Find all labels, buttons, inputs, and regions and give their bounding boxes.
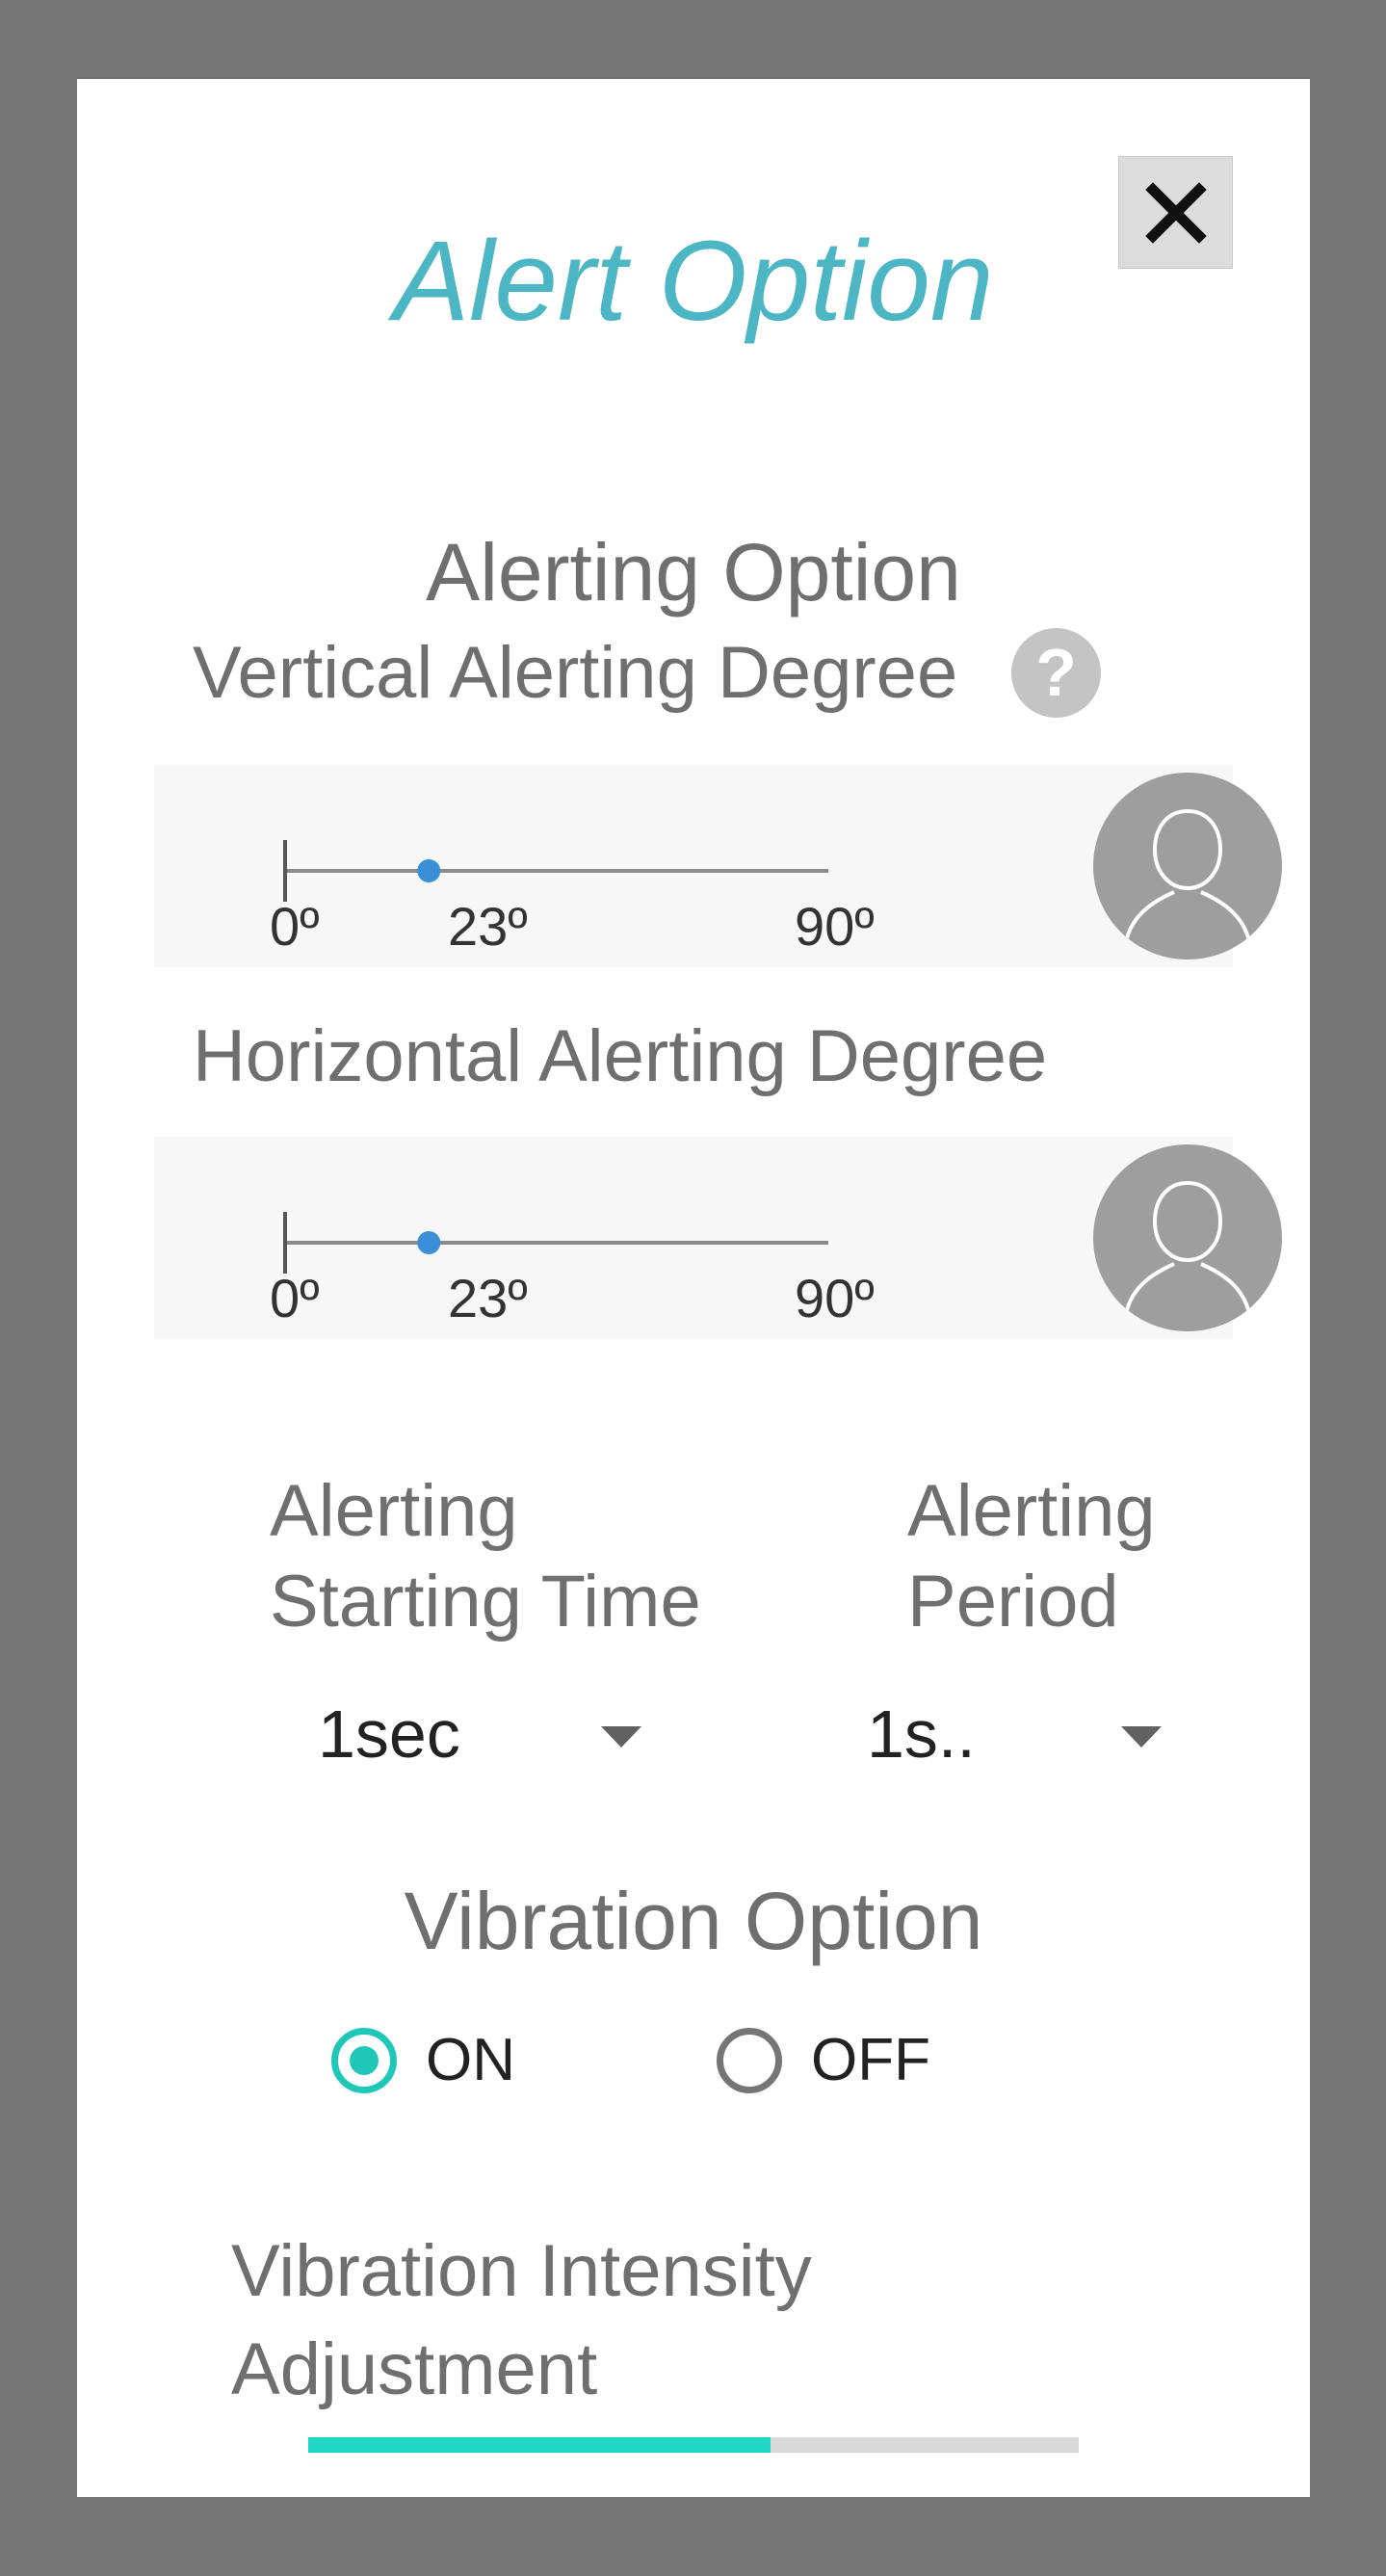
- radio-checked-icon: [331, 2028, 397, 2093]
- period-value: 1s..: [867, 1696, 976, 1772]
- question-icon[interactable]: ?: [1011, 628, 1101, 718]
- chevron-down-icon: [601, 1726, 641, 1748]
- alerting-starting-time-label: Alerting Starting Time: [270, 1470, 701, 1643]
- vertical-degree-slider[interactable]: 0º 23º 90º: [154, 765, 1282, 967]
- vertical-slider-thumb[interactable]: [417, 859, 441, 882]
- horizontal-max-label: 90º: [795, 1268, 875, 1328]
- vibration-off-label: OFF: [811, 2027, 930, 2093]
- starting-time-dropdown[interactable]: 1sec: [308, 1688, 732, 1784]
- vibration-intensity-slider[interactable]: [308, 2437, 1079, 2453]
- vibration-on-label: ON: [426, 2027, 515, 2093]
- vertical-current-label: 23º: [448, 896, 528, 957]
- horizontal-current-label: 23º: [448, 1268, 528, 1328]
- vertical-min-label: 0º: [270, 896, 320, 957]
- person-avatar-icon: [1093, 773, 1282, 959]
- horizontal-degree-slider[interactable]: 0º 23º 90º: [154, 1137, 1282, 1339]
- vibration-intensity-fill: [308, 2437, 771, 2453]
- person-avatar-icon: [1093, 1144, 1282, 1331]
- vibration-option-heading: Vibration Option: [404, 1876, 983, 1966]
- chevron-down-icon: [1121, 1726, 1162, 1748]
- dialog-title: Alert Option: [393, 218, 994, 345]
- vibration-on-radio[interactable]: ON: [331, 2027, 515, 2094]
- vibration-intensity-label: Vibration Intensity Adjustment: [231, 2230, 812, 2410]
- radio-unchecked-icon: [717, 2028, 782, 2093]
- starting-time-value: 1sec: [318, 1696, 460, 1772]
- vertical-max-label: 90º: [795, 896, 875, 957]
- alerting-option-heading: Alerting Option: [426, 527, 961, 618]
- horizontal-alerting-degree-label: Horizontal Alerting Degree: [193, 1015, 1048, 1097]
- vibration-off-radio[interactable]: OFF: [717, 2027, 930, 2094]
- alerting-period-label: Alerting Period: [907, 1470, 1156, 1643]
- vertical-alerting-degree-label: Vertical Alerting Degree: [193, 632, 958, 714]
- period-dropdown[interactable]: 1s..: [867, 1688, 1271, 1784]
- horizontal-min-label: 0º: [270, 1268, 320, 1328]
- horizontal-slider-thumb[interactable]: [417, 1231, 441, 1254]
- alert-option-dialog: Alert Option Alerting Option Vertical Al…: [77, 79, 1310, 2497]
